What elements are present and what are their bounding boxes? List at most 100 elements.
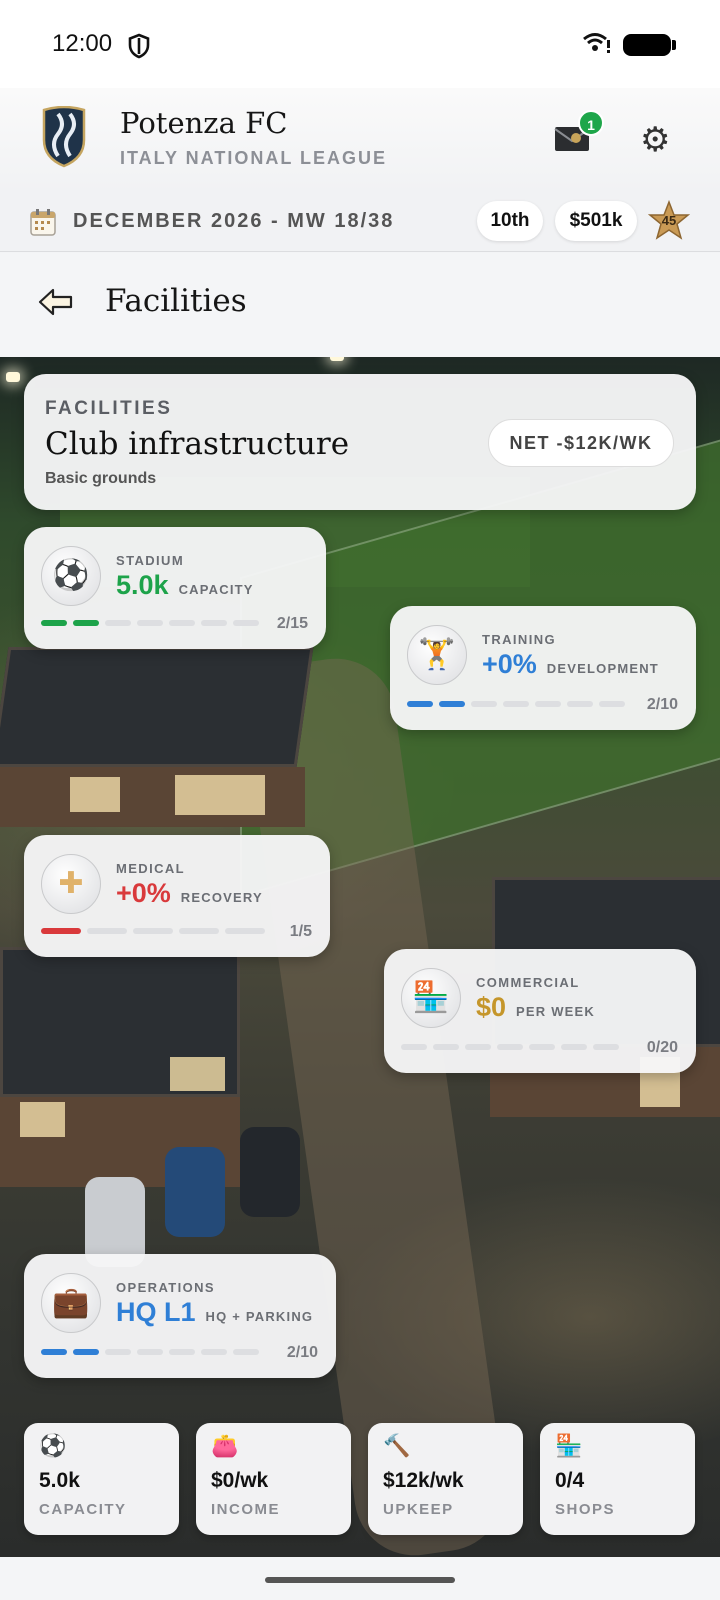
level-progress-bar xyxy=(41,928,265,934)
facility-value: +0% xyxy=(116,878,171,908)
facility-unit: RECOVERY xyxy=(180,890,263,905)
level-segment xyxy=(497,1044,523,1050)
reputation-value: 45 xyxy=(661,213,677,228)
league-name: ITALY NATIONAL LEAGUE xyxy=(120,148,388,168)
stat-label: INCOME xyxy=(211,1501,280,1518)
level-segment xyxy=(105,1349,131,1355)
level-segment xyxy=(73,1349,99,1355)
soccer-ball-icon: ⚽ xyxy=(41,546,101,606)
back-arrow-icon[interactable] xyxy=(38,287,74,322)
facility-unit: HQ + PARKING xyxy=(205,1309,314,1324)
app-header: Potenza FC ITALY NATIONAL LEAGUE 1 ⚙ xyxy=(0,88,720,192)
level-segment xyxy=(503,701,529,707)
infrastructure-summary-card: FACILITIES Club infrastructure Basic gro… xyxy=(24,374,696,510)
league-rank-badge[interactable]: 10th xyxy=(477,201,543,241)
facility-label: STADIUM xyxy=(116,553,185,568)
facility-value: +0% xyxy=(482,649,537,679)
gesture-bar xyxy=(0,1557,720,1600)
briefcase-icon: 💼 xyxy=(41,1273,101,1333)
facility-label: COMMERCIAL xyxy=(476,975,580,990)
level-segment xyxy=(87,928,127,934)
stat-value: $12k/wk xyxy=(383,1469,464,1492)
battery-icon xyxy=(623,34,676,56)
facility-card-stadium[interactable]: ⚽ STADIUM 5.0k CAPACITY 2/15 xyxy=(24,527,326,649)
stat-label: SHOPS xyxy=(555,1501,616,1518)
facility-level-count: 0/20 xyxy=(646,1039,678,1056)
facility-unit: CAPACITY xyxy=(178,582,254,597)
gear-icon[interactable]: ⚙ xyxy=(640,123,670,157)
club-name: Potenza FC xyxy=(120,106,288,140)
level-segment xyxy=(137,620,163,626)
level-segment xyxy=(535,701,561,707)
level-segment xyxy=(561,1044,587,1050)
status-time: 12:00 xyxy=(52,30,113,57)
level-segment xyxy=(169,1349,195,1355)
stat-value: 0/4 xyxy=(555,1469,585,1492)
level-segment xyxy=(233,620,259,626)
net-upkeep-badge: NET -$12K/WK xyxy=(488,419,674,467)
level-segment xyxy=(133,928,173,934)
level-segment xyxy=(433,1044,459,1050)
summary-subtitle: Basic grounds xyxy=(45,470,157,487)
stat-label: UPKEEP xyxy=(383,1501,454,1518)
soccer-ball-icon: ⚽ xyxy=(39,1433,67,1458)
level-segment xyxy=(233,1349,259,1355)
facility-label: OPERATIONS xyxy=(116,1280,215,1295)
shop-icon: 🏪 xyxy=(401,968,461,1028)
level-segment xyxy=(73,620,99,626)
level-progress-bar xyxy=(407,701,625,707)
stat-tile-upkeep: 🔨 $12k/wk UPKEEP xyxy=(368,1423,523,1535)
facility-level-count: 2/10 xyxy=(646,696,678,713)
calendar-icon xyxy=(30,208,56,241)
stat-tile-shops: 🏪 0/4 SHOPS xyxy=(540,1423,695,1535)
medical-cross-icon: ✚ xyxy=(41,854,101,914)
stat-value: $0/wk xyxy=(211,1469,269,1492)
budget-badge[interactable]: $501k xyxy=(555,201,637,241)
level-segment xyxy=(41,1349,67,1355)
facility-card-operations[interactable]: 💼 OPERATIONS HQ L1 HQ + PARKING 2/10 xyxy=(24,1254,336,1378)
level-segment xyxy=(567,701,593,707)
facility-value: $0 xyxy=(476,992,507,1022)
info-bar: DECEMBER 2026 - MW 18/38 10th $501k 45 xyxy=(0,192,720,252)
facility-label: MEDICAL xyxy=(116,861,186,876)
page-title-bar: Facilities xyxy=(0,253,720,357)
hammer-icon: 🔨 xyxy=(383,1433,411,1458)
level-segment xyxy=(179,928,219,934)
level-segment xyxy=(471,701,497,707)
game-date: DECEMBER 2026 - MW 18/38 xyxy=(73,210,395,232)
level-segment xyxy=(529,1044,555,1050)
mail-badge: 1 xyxy=(578,110,604,136)
facility-level-count: 2/15 xyxy=(276,615,308,632)
level-segment xyxy=(41,928,81,934)
facility-value: 5.0k xyxy=(116,570,169,600)
club-crest-icon[interactable] xyxy=(40,105,88,173)
level-segment xyxy=(201,620,227,626)
stat-label: CAPACITY xyxy=(39,1501,127,1518)
facility-label: TRAINING xyxy=(482,632,557,647)
wallet-icon: 👛 xyxy=(211,1433,239,1458)
stat-tile-income: 👛 $0/wk INCOME xyxy=(196,1423,351,1535)
level-segment xyxy=(599,701,625,707)
level-segment xyxy=(41,620,67,626)
facility-card-medical[interactable]: ✚ MEDICAL +0% RECOVERY 1/5 xyxy=(24,835,330,957)
facility-level-count: 2/10 xyxy=(286,1344,318,1361)
level-segment xyxy=(439,701,465,707)
facility-unit: DEVELOPMENT xyxy=(546,661,659,676)
facility-level-count: 1/5 xyxy=(289,923,312,940)
stat-tile-capacity: ⚽ 5.0k CAPACITY xyxy=(24,1423,179,1535)
status-bar: 12:00 xyxy=(0,0,720,88)
facility-value: HQ L1 xyxy=(116,1297,196,1327)
stat-value: 5.0k xyxy=(39,1469,80,1492)
level-progress-bar xyxy=(401,1044,619,1050)
level-segment xyxy=(465,1044,491,1050)
shop-icon: 🏪 xyxy=(555,1433,583,1458)
home-indicator[interactable] xyxy=(265,1577,455,1583)
facility-card-training[interactable]: 🏋 TRAINING +0% DEVELOPMENT 2/10 xyxy=(390,606,696,730)
shield-icon xyxy=(128,33,150,64)
page-title: Facilities xyxy=(105,283,247,319)
facility-card-commercial[interactable]: 🏪 COMMERCIAL $0 PER WEEK 0/20 xyxy=(384,949,696,1073)
level-segment xyxy=(169,620,195,626)
dumbbell-icon: 🏋 xyxy=(407,625,467,685)
level-progress-bar xyxy=(41,1349,259,1355)
level-segment xyxy=(105,620,131,626)
